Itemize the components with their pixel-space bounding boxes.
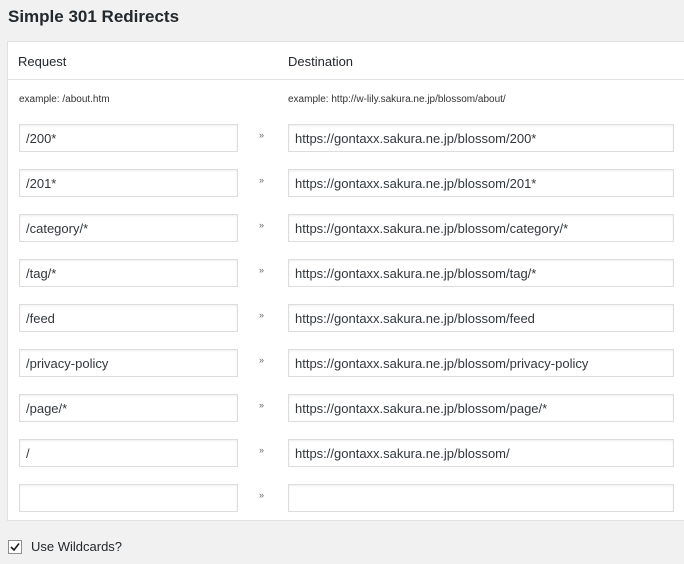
arrow-icon: » bbox=[259, 400, 265, 410]
redirect-row: » bbox=[8, 169, 684, 197]
new-request-input[interactable] bbox=[19, 484, 238, 512]
request-input[interactable] bbox=[19, 304, 238, 332]
page-title: Simple 301 Redirects bbox=[8, 7, 180, 26]
arrow-icon: » bbox=[259, 265, 265, 275]
destination-column-header: Destination bbox=[288, 54, 354, 69]
new-destination-input[interactable] bbox=[288, 484, 674, 512]
request-column-header: Request bbox=[18, 54, 67, 69]
redirect-row: » bbox=[8, 439, 684, 467]
redirect-row: » bbox=[8, 304, 684, 332]
destination-input[interactable] bbox=[288, 169, 674, 197]
destination-input[interactable] bbox=[288, 214, 674, 242]
use-wildcards-checkbox[interactable] bbox=[8, 540, 22, 554]
destination-input[interactable] bbox=[288, 394, 674, 422]
redirects-table: Request Destination example: /about.htm … bbox=[7, 41, 684, 521]
request-example: example: /about.htm bbox=[19, 94, 110, 105]
request-input[interactable] bbox=[19, 259, 238, 287]
request-input[interactable] bbox=[19, 214, 238, 242]
request-input[interactable] bbox=[19, 349, 238, 377]
new-redirect-row: » bbox=[8, 484, 684, 512]
header-divider bbox=[8, 79, 684, 80]
redirect-row: » bbox=[8, 214, 684, 242]
redirect-row: » bbox=[8, 259, 684, 287]
redirect-row: » bbox=[8, 349, 684, 377]
destination-input[interactable] bbox=[288, 439, 674, 467]
arrow-icon: » bbox=[259, 130, 265, 140]
use-wildcards-label: Use Wildcards? bbox=[31, 539, 123, 554]
arrow-icon: » bbox=[259, 310, 265, 320]
destination-input[interactable] bbox=[288, 124, 674, 152]
arrow-icon: » bbox=[259, 175, 265, 185]
arrow-icon: » bbox=[259, 445, 265, 455]
request-input[interactable] bbox=[19, 124, 238, 152]
redirect-row: » bbox=[8, 394, 684, 422]
redirect-row: » bbox=[8, 124, 684, 152]
destination-input[interactable] bbox=[288, 259, 674, 287]
request-input[interactable] bbox=[19, 169, 238, 197]
arrow-icon: » bbox=[259, 490, 265, 500]
request-input[interactable] bbox=[19, 439, 238, 467]
arrow-icon: » bbox=[259, 220, 265, 230]
destination-input[interactable] bbox=[288, 349, 674, 377]
destination-example: example: http://w-lily.sakura.ne.jp/blos… bbox=[288, 94, 506, 105]
request-input[interactable] bbox=[19, 394, 238, 422]
arrow-icon: » bbox=[259, 355, 265, 365]
destination-input[interactable] bbox=[288, 304, 674, 332]
checkmark-icon bbox=[10, 543, 20, 552]
